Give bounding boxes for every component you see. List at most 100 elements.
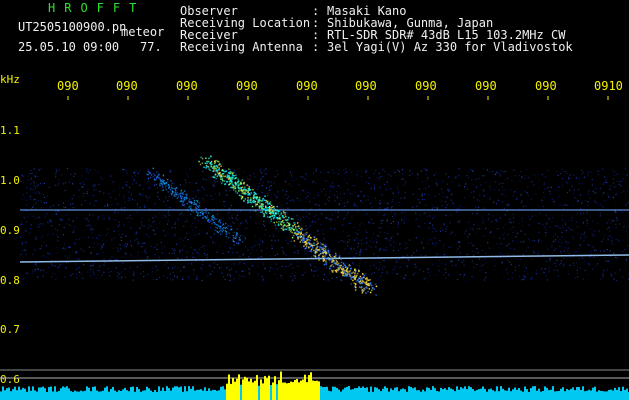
noise-dot <box>212 242 214 244</box>
power-bar <box>356 388 358 400</box>
noise-dot <box>62 247 64 249</box>
noise-dot <box>38 224 40 226</box>
noise-dot <box>314 221 316 223</box>
noise-dot <box>416 249 418 252</box>
noise-dot <box>602 274 604 276</box>
noise-dot <box>292 199 294 201</box>
noise-dot <box>537 253 539 255</box>
meteor-dot <box>232 235 234 237</box>
noise-dot <box>261 192 263 194</box>
power-bar <box>488 389 490 400</box>
noise-dot <box>517 258 519 260</box>
noise-dot <box>545 229 547 231</box>
noise-dot <box>393 218 395 220</box>
noise-dot <box>443 196 445 198</box>
noise-dot <box>207 275 209 277</box>
noise-dot <box>337 173 340 175</box>
noise-dot <box>208 264 210 266</box>
power-bar <box>564 391 566 400</box>
noise-dot <box>174 266 176 268</box>
noise-dot <box>365 248 367 251</box>
noise-dot <box>612 169 614 171</box>
noise-dot <box>107 206 109 208</box>
noise-dot <box>172 197 174 199</box>
noise-dot <box>45 272 47 274</box>
noise-dot <box>44 216 46 218</box>
noise-dot <box>122 233 124 235</box>
noise-dot <box>558 186 560 188</box>
noise-dot <box>499 217 501 219</box>
power-bar <box>142 390 144 400</box>
meteor-dot <box>225 170 227 172</box>
noise-dot <box>228 234 230 236</box>
noise-dot <box>83 183 85 185</box>
power-bar <box>536 390 538 400</box>
meteor-dot <box>374 283 377 285</box>
meteor-dot <box>359 279 362 281</box>
noise-dot <box>86 225 88 227</box>
power-bar <box>294 380 296 400</box>
meteor-dot <box>262 198 264 200</box>
noise-dot <box>95 277 98 279</box>
noise-dot <box>402 185 404 187</box>
noise-dot <box>411 254 413 257</box>
noise-dot <box>391 235 393 237</box>
noise-dot <box>565 204 567 206</box>
noise-dot <box>216 251 218 253</box>
noise-dot <box>163 265 165 267</box>
noise-dot <box>126 217 128 219</box>
noise-dot <box>558 204 560 206</box>
power-bar <box>10 391 12 400</box>
noise-dot <box>482 249 484 251</box>
noise-dot <box>118 221 120 223</box>
noise-dot <box>422 188 425 190</box>
noise-dot <box>194 234 196 236</box>
noise-dot <box>92 264 94 266</box>
noise-dot <box>103 243 105 245</box>
noise-dot <box>394 213 396 215</box>
meteor-dot <box>207 160 210 163</box>
noise-dot <box>48 267 50 269</box>
noise-dot <box>338 241 340 243</box>
noise-dot <box>160 241 162 243</box>
noise-dot <box>585 224 588 226</box>
meteor-dot <box>315 248 317 251</box>
noise-dot <box>256 188 258 190</box>
noise-dot <box>218 245 220 247</box>
noise-dot <box>91 227 93 229</box>
meteor-dot <box>237 180 240 182</box>
noise-dot <box>230 168 232 171</box>
meteor-dot <box>322 253 324 255</box>
noise-dot <box>513 169 515 171</box>
noise-dot <box>128 217 130 219</box>
noise-dot <box>588 264 590 266</box>
noise-dot <box>356 177 358 179</box>
noise-dot <box>115 267 117 269</box>
meteor-dot <box>249 194 251 196</box>
noise-dot <box>184 221 186 223</box>
antenna-value: 3el Yagi(V) Az 330 for Vladivostok <box>327 40 573 54</box>
power-bar <box>590 390 592 400</box>
meteor-dot <box>296 234 298 236</box>
noise-dot <box>519 207 521 209</box>
meteor-dot <box>214 223 216 225</box>
noise-dot <box>445 214 447 217</box>
meteor-dot <box>302 233 305 236</box>
noise-dot <box>32 189 34 191</box>
noise-dot <box>206 213 208 215</box>
noise-dot <box>181 278 183 280</box>
noise-dot <box>613 278 615 280</box>
noise-dot <box>506 210 508 212</box>
meteor-dot <box>228 237 230 239</box>
noise-dot <box>365 261 367 263</box>
noise-dot <box>390 211 392 213</box>
noise-dot <box>334 200 336 202</box>
noise-dot <box>113 230 115 232</box>
power-bar <box>140 391 142 400</box>
noise-dot <box>123 245 125 247</box>
noise-dot <box>124 268 126 270</box>
noise-dot <box>288 183 291 185</box>
power-bar <box>432 386 434 400</box>
noise-dot <box>394 269 396 271</box>
power-bar <box>418 390 420 400</box>
